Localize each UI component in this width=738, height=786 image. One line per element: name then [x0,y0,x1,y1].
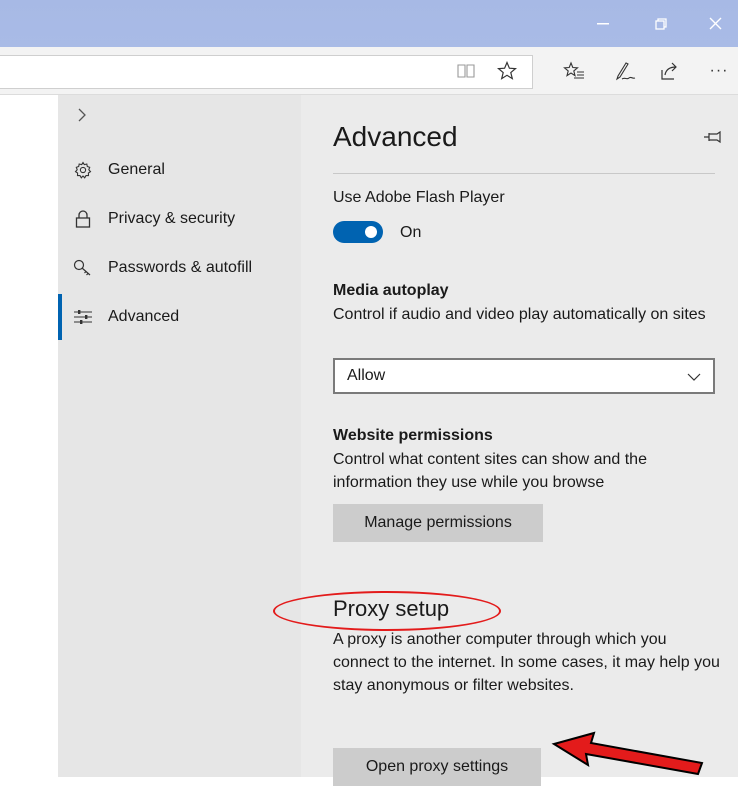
reading-view-button[interactable] [452,57,480,85]
add-favorite-button[interactable] [493,57,521,85]
favorite-star-icon [497,61,517,80]
key-icon [73,258,93,278]
sidebar-item-label: Privacy & security [108,210,236,227]
reading-view-icon [457,64,475,78]
favorites-hub-icon [563,61,584,79]
media-autoplay-description: Control if audio and video play automati… [333,306,706,323]
manage-permissions-button[interactable]: Manage permissions [333,504,543,542]
close-button[interactable] [692,0,738,47]
more-button[interactable]: ··· [705,57,733,85]
sidebar-item-advanced[interactable]: Advanced [58,294,301,340]
toggle-knob [365,226,377,238]
close-icon [709,17,721,30]
open-proxy-settings-button[interactable]: Open proxy settings [333,748,541,786]
page-title: Advanced [333,121,458,152]
sidebar-item-label: General [108,161,165,178]
sidebar-item-general[interactable]: General [58,152,301,188]
settings-panel: Advanced Use Adobe Flash Player On Media… [301,95,738,786]
share-icon [661,62,677,80]
chevron-right-icon [78,108,86,122]
annotation-arrow-icon [551,731,704,776]
restore-icon [655,17,667,30]
divider [333,173,715,174]
flash-toggle[interactable] [333,221,383,243]
website-permissions-description: Control what content sites can show and … [333,451,647,491]
flash-label: Use Adobe Flash Player [333,189,505,206]
settings-sidebar: General Privacy & security Passwords & a… [58,95,301,777]
flash-toggle-state: On [400,224,422,241]
more-icon: ··· [709,62,729,79]
media-autoplay-heading: Media autoplay [333,282,449,299]
media-autoplay-select[interactable]: Allow [333,358,715,394]
title-bar [0,0,738,47]
favorites-hub-button[interactable] [560,57,588,85]
pin-icon [704,130,721,144]
sidebar-item-privacy-security[interactable]: Privacy & security [58,201,301,237]
website-permissions-heading: Website permissions [333,427,493,444]
sidebar-item-passwords-autofill[interactable]: Passwords & autofill [58,250,301,286]
restore-button[interactable] [638,0,684,47]
lock-icon [73,209,93,229]
sidebar-item-label: Advanced [108,308,180,325]
gear-icon [73,160,93,180]
pen-icon [615,62,636,81]
sidebar-item-label: Passwords & autofill [108,259,253,276]
share-button[interactable] [655,57,683,85]
pen-button[interactable] [611,57,639,85]
sliders-icon [73,307,93,327]
chevron-down-icon [687,373,701,381]
minimize-button[interactable] [580,0,626,47]
collapse-button[interactable] [76,107,92,123]
annotation-ellipse [273,591,501,631]
page-background [0,95,58,777]
pin-button[interactable] [703,129,723,145]
browser-toolbar: ··· [0,47,738,95]
proxy-setup-description: A proxy is another computer through whic… [333,631,720,694]
select-value: Allow [347,367,386,384]
minimize-icon [597,22,609,24]
